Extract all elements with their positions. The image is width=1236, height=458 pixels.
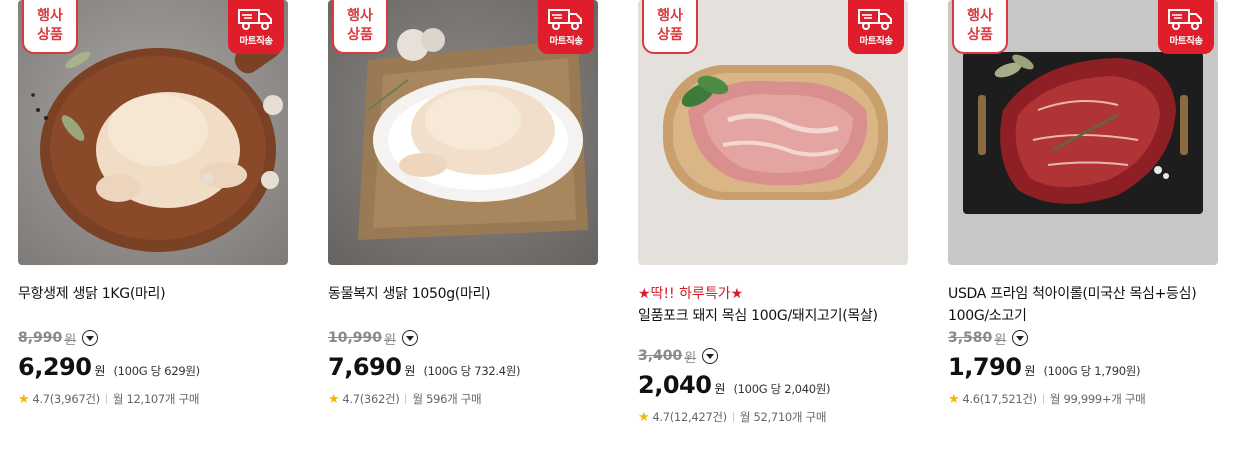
delivery-truck-icon [548, 9, 582, 30]
unit-price: (100G 당 629원) [113, 364, 200, 378]
sale-price: 2,040 [638, 371, 712, 399]
original-price-row: 3,400 원 [638, 345, 908, 367]
rating: 4.7(12,427건) [652, 410, 727, 424]
rating-row: ★ 4.7(3,967건) 월 12,107개 구매 [18, 391, 288, 407]
monthly-sales: 월 596개 구매 [412, 392, 482, 406]
price-row: 1,790 원 (100G 당 1,790원) [948, 353, 1218, 383]
mart-badge-label: 마트직송 [549, 36, 583, 47]
price-currency: 원 [1024, 364, 1036, 378]
event-product-badge: 행사 상품 [952, 0, 1008, 54]
price-row: 6,290 원 (100G 당 629원) [18, 353, 288, 383]
divider [105, 394, 107, 404]
mart-delivery-badge: 마트직송 [848, 0, 904, 54]
star-icon: ★ [18, 391, 30, 407]
product-name-line1: USDA 프라임 척아이롤(미국산 목심+등심) [948, 286, 1197, 302]
divider [732, 412, 734, 422]
price-currency: 원 [714, 382, 726, 396]
sale-price: 1,790 [948, 353, 1022, 381]
chevron-down-icon [406, 336, 414, 341]
delivery-truck-icon [1168, 9, 1202, 30]
star-icon: ★ [948, 391, 960, 407]
sale-price: 6,290 [18, 353, 92, 381]
rating-row: ★ 4.6(17,521건) 월 99,999+개 구매 [948, 391, 1218, 407]
event-product-badge: 행사 상품 [332, 0, 388, 54]
promo-label: ★딱!! 하루특가★ [638, 286, 744, 302]
original-price-row: 10,990 원 [328, 327, 598, 349]
original-price-currency: 원 [994, 332, 1007, 348]
monthly-sales: 월 12,107개 구매 [112, 392, 200, 406]
rating-row: ★ 4.7(362건) 월 596개 구매 [328, 391, 598, 407]
sale-price: 7,690 [328, 353, 402, 381]
rating: 4.6(17,521건) [962, 392, 1037, 406]
price-row: 2,040 원 (100G 당 2,040원) [638, 371, 908, 401]
unit-price: (100G 당 2,040원) [733, 382, 831, 396]
unit-price: (100G 당 732.4원) [423, 364, 521, 378]
event-badge-line2: 상품 [37, 27, 63, 43]
divider [1042, 394, 1044, 404]
price-currency: 원 [94, 364, 106, 378]
product-image[interactable]: 행사 상품 마트직송 [18, 0, 288, 265]
original-price: 3,580 [948, 330, 993, 346]
price-detail-toggle[interactable] [402, 330, 418, 346]
product-name[interactable]: 일품포크 돼지 목심 100G/돼지고기(목살) [638, 305, 908, 327]
product-card[interactable]: 행사 상품 마트직송 동물복지 생닭 1050g(마리) 10,990 원 7,… [328, 0, 598, 407]
mart-delivery-badge: 마트직송 [1158, 0, 1214, 54]
event-badge-line1: 행사 [37, 8, 63, 24]
monthly-sales: 월 52,710개 구매 [739, 410, 827, 424]
monthly-sales: 월 99,999+개 구매 [1049, 392, 1146, 406]
product-image[interactable]: 행사 상품 마트직송 [328, 0, 598, 265]
event-badge-line1: 행사 [967, 8, 993, 24]
product-card[interactable]: 행사 상품 마트직송 ★딱!! 하루특가★ 일품포크 돼지 목심 100G/돼지… [638, 0, 908, 425]
event-badge-line2: 상품 [347, 27, 373, 43]
mart-badge-label: 마트직송 [859, 36, 893, 47]
mart-badge-label: 마트직송 [1169, 36, 1203, 47]
event-product-badge: 행사 상품 [22, 0, 78, 54]
original-price-currency: 원 [64, 332, 77, 348]
unit-price: (100G 당 1,790원) [1043, 364, 1141, 378]
chevron-down-icon [706, 354, 715, 359]
product-grid: 행사 상품 마트직송 무항생제 생닭 1KG(마리) 8,990 원 6,290… [0, 0, 1236, 458]
rating-row: ★ 4.7(12,427건) 월 52,710개 구매 [638, 409, 908, 425]
price-detail-toggle[interactable] [702, 348, 719, 364]
event-badge-line2: 상품 [657, 27, 683, 43]
product-name[interactable]: USDA 프라임 척아이롤(미국산 목심+등심) 100G/소고기 [948, 283, 1218, 327]
price-detail-toggle[interactable] [1012, 330, 1029, 346]
price-detail-toggle[interactable] [82, 330, 99, 346]
original-price: 8,990 [18, 330, 63, 346]
event-badge-line2: 상품 [967, 27, 993, 43]
star-icon: ★ [638, 409, 650, 425]
price-row: 7,690 원 (100G 당 732.4원) [328, 353, 598, 383]
original-price: 3,400 [638, 348, 683, 364]
product-card[interactable]: 행사 상품 마트직송 USDA 프라임 척아이롤(미국산 목심+등심) 100G… [948, 0, 1218, 407]
delivery-truck-icon [238, 9, 272, 30]
mart-badge-label: 마트직송 [239, 36, 273, 47]
product-card[interactable]: 행사 상품 마트직송 무항생제 생닭 1KG(마리) 8,990 원 6,290… [18, 0, 288, 407]
product-image[interactable]: 행사 상품 마트직송 [638, 0, 908, 265]
chevron-down-icon [1016, 336, 1025, 341]
price-currency: 원 [404, 364, 416, 378]
star-icon: ★ [328, 391, 340, 407]
delivery-truck-icon [858, 9, 892, 30]
product-name[interactable]: 무항생제 생닭 1KG(마리) [18, 283, 288, 305]
product-image[interactable]: 행사 상품 마트직송 [948, 0, 1218, 265]
divider [405, 394, 407, 404]
original-price: 10,990 [328, 330, 383, 346]
mart-delivery-badge: 마트직송 [538, 0, 594, 54]
rating: 4.7(3,967건) [32, 392, 100, 406]
event-product-badge: 행사 상품 [642, 0, 698, 54]
rating: 4.7(362건) [342, 392, 400, 406]
original-price-row: 3,580 원 [948, 327, 1218, 349]
event-badge-line1: 행사 [657, 8, 683, 24]
chevron-down-icon [86, 336, 95, 341]
event-badge-line1: 행사 [347, 8, 373, 24]
mart-delivery-badge: 마트직송 [228, 0, 284, 54]
original-price-row: 8,990 원 [18, 327, 288, 349]
original-price-currency: 원 [684, 350, 697, 366]
product-name-line2: 100G/소고기 [948, 308, 1027, 324]
product-name[interactable]: 동물복지 생닭 1050g(마리) [328, 283, 598, 305]
original-price-currency: 원 [384, 332, 396, 348]
